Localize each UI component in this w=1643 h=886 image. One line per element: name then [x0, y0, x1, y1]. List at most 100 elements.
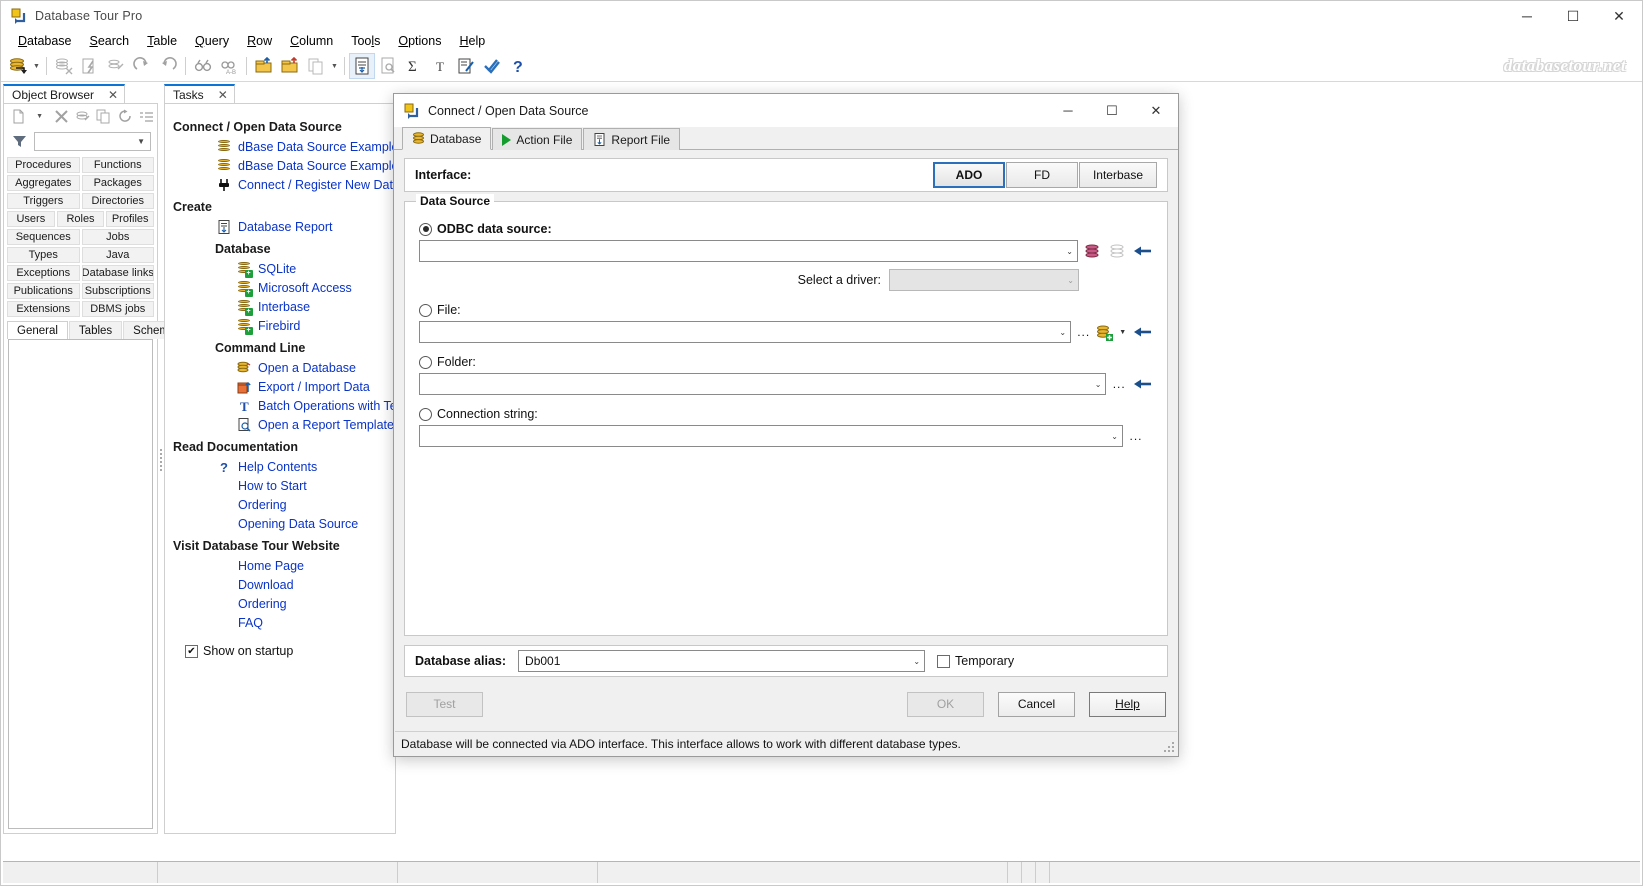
list-icon[interactable]	[137, 106, 157, 127]
sum-icon[interactable]: Σ	[401, 53, 427, 79]
edit-query-icon[interactable]	[103, 53, 129, 79]
category-roles[interactable]: Roles	[56, 211, 105, 227]
menu-row[interactable]: Row	[238, 32, 281, 50]
category-functions[interactable]: Functions	[81, 157, 154, 173]
filter-icon[interactable]	[10, 132, 28, 150]
task-faq[interactable]: FAQ	[173, 613, 395, 632]
text-icon[interactable]: T	[427, 53, 453, 79]
category-extensions[interactable]: Extensions	[7, 301, 80, 317]
task-download[interactable]: Download	[173, 575, 395, 594]
interface-option-ado[interactable]: ADO	[933, 162, 1005, 188]
file-radio[interactable]	[419, 303, 432, 317]
category-subscriptions[interactable]: Subscriptions	[81, 283, 154, 299]
tab-tables[interactable]: Tables	[68, 321, 123, 339]
database-alias-input[interactable]: Db001 ⌄	[518, 650, 926, 672]
database-report-icon[interactable]	[349, 53, 375, 79]
replace-icon[interactable]: A-B	[216, 53, 242, 79]
menu-help[interactable]: Help	[450, 32, 494, 50]
tab-report-file[interactable]: Report File	[583, 128, 681, 150]
close-icon[interactable]: ✕	[218, 89, 228, 101]
connection-string-input[interactable]: ⌄	[419, 425, 1123, 447]
object-browser-content[interactable]	[8, 339, 153, 829]
menu-options[interactable]: Options	[389, 32, 450, 50]
execute-query-icon[interactable]	[77, 53, 103, 79]
task-batch-operations-text-fields[interactable]: T Batch Operations with Text Fields	[173, 396, 396, 415]
odbc-list-icon[interactable]	[1107, 241, 1128, 262]
show-on-startup-checkbox[interactable]: ✔	[185, 644, 198, 658]
close-icon[interactable]: ✕	[108, 89, 118, 101]
import-data-icon[interactable]	[251, 53, 277, 79]
task-create-sqlite[interactable]: + SQLite	[173, 259, 395, 278]
object-browser-tab[interactable]: Object Browser ✕	[3, 84, 126, 104]
menu-search[interactable]: Search	[81, 32, 139, 50]
script-icon[interactable]	[453, 53, 479, 79]
refresh-object-icon[interactable]	[72, 106, 92, 127]
category-types[interactable]: Types	[7, 247, 80, 263]
delete-object-icon[interactable]	[51, 106, 71, 127]
menu-column[interactable]: Column	[281, 32, 342, 50]
category-packages[interactable]: Packages	[81, 175, 154, 191]
odbc-radio-row[interactable]: ODBC data source:	[419, 222, 1153, 236]
task-create-firebird[interactable]: + Firebird	[173, 316, 395, 335]
dialog-minimize-button[interactable]: ─	[1046, 95, 1090, 127]
interface-option-fd[interactable]: FD	[1006, 162, 1078, 188]
category-procedures[interactable]: Procedures	[7, 157, 80, 173]
test-button[interactable]: Test	[406, 691, 483, 717]
folder-radio[interactable]	[419, 355, 432, 369]
report-preview-icon[interactable]	[375, 53, 401, 79]
odbc-data-source-input[interactable]: ⌄	[419, 240, 1078, 262]
task-open-report-template[interactable]: Open a Report Template	[173, 415, 395, 434]
file-path-input[interactable]: ⌄	[419, 321, 1072, 343]
dialog-maximize-button[interactable]: ☐	[1090, 95, 1134, 127]
open-database-icon[interactable]	[5, 53, 31, 79]
copy-icon[interactable]	[303, 53, 329, 79]
temporary-row[interactable]: Temporary	[937, 654, 1014, 668]
menu-tools[interactable]: Tools	[342, 32, 389, 50]
task-export-import-data[interactable]: Export / Import Data	[173, 377, 395, 396]
help-button[interactable]: Help	[1089, 691, 1166, 717]
category-aggregates[interactable]: Aggregates	[7, 175, 80, 191]
category-exceptions[interactable]: Exceptions	[7, 265, 80, 281]
new-object-dropdown-icon[interactable]: ▼	[29, 106, 49, 127]
create-database-dropdown-icon[interactable]: ▼	[1117, 329, 1128, 336]
reload-icon[interactable]	[115, 106, 135, 127]
task-create-interbase[interactable]: + Interbase	[173, 297, 395, 316]
ok-button[interactable]: OK	[907, 691, 984, 717]
task-help-contents[interactable]: ? Help Contents	[173, 457, 395, 476]
category-publications[interactable]: Publications	[7, 283, 80, 299]
connection-string-radio[interactable]	[419, 407, 432, 421]
task-open-a-database[interactable]: Open a Database	[173, 358, 395, 377]
maximize-button[interactable]: ☐	[1550, 1, 1596, 31]
cancel-button[interactable]: Cancel	[998, 691, 1075, 717]
category-profiles[interactable]: Profiles	[106, 211, 155, 227]
odbc-admin-icon[interactable]	[1082, 241, 1103, 262]
category-dbms-jobs[interactable]: DBMS jobs	[81, 301, 154, 317]
connection-string-browse-button[interactable]: ...	[1127, 426, 1145, 446]
help-icon[interactable]: ?	[505, 53, 531, 79]
category-directories[interactable]: Directories	[81, 193, 154, 209]
create-database-icon[interactable]	[1096, 322, 1114, 343]
menu-table[interactable]: Table	[138, 32, 186, 50]
redo-icon[interactable]	[129, 53, 155, 79]
menu-query[interactable]: Query	[186, 32, 238, 50]
category-triggers[interactable]: Triggers	[7, 193, 80, 209]
copy-object-icon[interactable]	[94, 106, 114, 127]
minimize-button[interactable]: ─	[1504, 1, 1550, 31]
apply-arrow-icon[interactable]	[1132, 241, 1153, 262]
apply-arrow-icon[interactable]	[1132, 322, 1153, 343]
category-java[interactable]: Java	[81, 247, 154, 263]
dialog-close-button[interactable]: ✕	[1134, 95, 1178, 127]
task-home-page[interactable]: Home Page	[173, 556, 395, 575]
check-icon[interactable]	[479, 53, 505, 79]
close-database-icon[interactable]	[51, 53, 77, 79]
object-filter-input[interactable]: ▼	[34, 131, 151, 151]
apply-arrow-icon[interactable]	[1132, 374, 1153, 395]
driver-select[interactable]: ⌄	[889, 269, 1079, 291]
task-connect-register-new[interactable]: Connect / Register New Data Source...	[173, 175, 395, 194]
task-how-to-start[interactable]: How to Start	[173, 476, 395, 495]
category-users[interactable]: Users	[7, 211, 55, 227]
task-opening-data-source[interactable]: Opening Data Source	[173, 514, 395, 533]
tab-action-file[interactable]: Action File	[492, 128, 583, 150]
task-ordering-web[interactable]: Ordering	[173, 594, 395, 613]
file-browse-button[interactable]: ...	[1075, 322, 1092, 342]
